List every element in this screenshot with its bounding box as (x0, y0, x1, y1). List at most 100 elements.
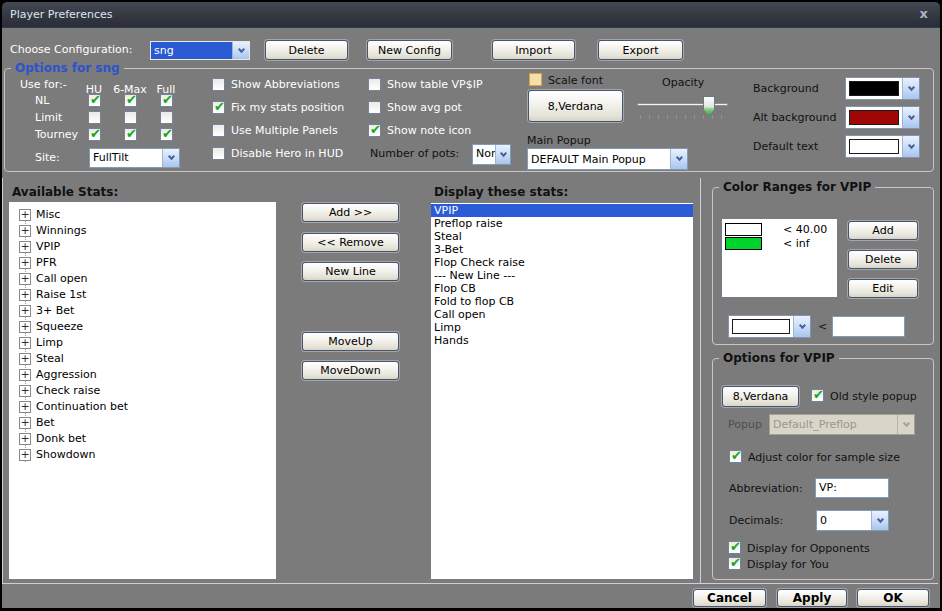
tree-item[interactable]: + 3+ Bet (9, 303, 276, 319)
expand-icon[interactable]: + (19, 225, 31, 237)
color-select[interactable] (845, 135, 920, 158)
use-for-checkbox[interactable] (88, 94, 101, 107)
move-up-button[interactable]: MoveUp (302, 332, 399, 351)
expand-icon[interactable]: + (19, 369, 31, 381)
display-stat-item[interactable]: Hands (431, 334, 693, 347)
scale-font-checkbox[interactable] (529, 73, 542, 86)
display-you-checkbox[interactable] (728, 557, 741, 570)
range-edit-button[interactable]: Edit (848, 279, 918, 298)
tree-item[interactable]: + Call open (9, 271, 276, 287)
option-checkbox[interactable] (368, 101, 381, 114)
site-select[interactable]: FullTilt (89, 148, 180, 168)
expand-icon[interactable]: + (19, 417, 31, 429)
chevron-down-icon[interactable] (902, 107, 919, 128)
tree-item[interactable]: + Steal (9, 351, 276, 367)
expand-icon[interactable]: + (19, 257, 31, 269)
display-stat-item[interactable]: Steal (431, 230, 693, 243)
expand-icon[interactable]: + (19, 273, 31, 285)
close-icon[interactable]: x (920, 6, 928, 21)
range-value-input[interactable] (832, 316, 905, 337)
ok-button[interactable]: OK (857, 589, 929, 607)
tree-item[interactable]: + Check raise (9, 383, 276, 399)
color-ranges-list[interactable]: < 40.00 < inf (721, 218, 838, 298)
tree-item[interactable]: + PFR (9, 255, 276, 271)
tree-item[interactable]: + Misc (9, 207, 276, 223)
range-color-select[interactable] (728, 315, 811, 338)
expand-icon[interactable]: + (19, 385, 31, 397)
range-delete-button[interactable]: Delete (848, 250, 918, 269)
chevron-down-icon[interactable] (670, 149, 687, 169)
move-down-button[interactable]: MoveDown (302, 361, 399, 380)
tree-item[interactable]: + VPIP (9, 239, 276, 255)
available-stats-list[interactable]: + Misc + Winnings + VPIP + PFR + Call op… (8, 201, 277, 580)
tree-item[interactable]: + Winnings (9, 223, 276, 239)
chevron-down-icon[interactable] (871, 511, 888, 530)
use-for-checkbox[interactable] (124, 94, 137, 107)
option-checkbox[interactable] (212, 101, 225, 114)
expand-icon[interactable]: + (19, 433, 31, 445)
apply-button[interactable]: Apply (777, 589, 847, 607)
chevron-down-icon[interactable] (902, 78, 919, 99)
tree-item[interactable]: + Showdown (9, 447, 276, 463)
color-range-row[interactable]: < 40.00 (722, 222, 837, 236)
chevron-down-icon[interactable] (902, 136, 919, 157)
expand-icon[interactable]: + (19, 289, 31, 301)
display-opponents-checkbox[interactable] (728, 541, 741, 554)
chevron-down-icon[interactable] (793, 316, 810, 337)
abbreviation-input[interactable]: VP: (815, 478, 889, 498)
display-stat-item[interactable]: Fold to flop CB (431, 295, 693, 308)
import-button[interactable]: Import (492, 40, 575, 60)
option-checkbox[interactable] (212, 124, 225, 137)
expand-icon[interactable]: + (19, 209, 31, 221)
display-stats-list[interactable]: VPIP Preflop raise Steal 3-Bet Flop Chec… (430, 202, 694, 580)
export-button[interactable]: Export (598, 40, 683, 60)
new-config-button[interactable]: New Config (367, 40, 452, 60)
tree-item[interactable]: + Continuation bet (9, 399, 276, 415)
font-button[interactable]: 8,Verdana (528, 90, 623, 122)
display-stat-item[interactable]: Limp (431, 321, 693, 334)
remove-button[interactable]: << Remove (302, 233, 399, 252)
expand-icon[interactable]: + (19, 337, 31, 349)
decimals-select[interactable]: 0 (816, 510, 889, 531)
use-for-checkbox[interactable] (88, 128, 101, 141)
option-checkbox[interactable] (212, 147, 225, 160)
chevron-down-icon[interactable] (495, 145, 510, 164)
main-popup-select[interactable]: DEFAULT Main Popup (527, 148, 688, 170)
use-for-checkbox[interactable] (160, 111, 173, 124)
use-for-checkbox[interactable] (88, 111, 101, 124)
range-add-button[interactable]: Add (848, 221, 918, 240)
display-stat-item[interactable]: 3-Bet (431, 243, 693, 256)
adjust-color-checkbox[interactable] (729, 450, 742, 463)
expand-icon[interactable]: + (19, 353, 31, 365)
expand-icon[interactable]: + (19, 401, 31, 413)
option-checkbox[interactable] (212, 78, 225, 91)
option-checkbox[interactable] (368, 124, 381, 137)
stat-font-button[interactable]: 8,Verdana (722, 386, 799, 407)
expand-icon[interactable]: + (19, 305, 31, 317)
display-stat-item[interactable]: Flop Check raise (431, 256, 693, 269)
cancel-button[interactable]: Cancel (693, 589, 766, 607)
display-stat-item[interactable]: Flop CB (431, 282, 693, 295)
expand-icon[interactable]: + (19, 241, 31, 253)
color-select[interactable] (845, 106, 920, 129)
tree-item[interactable]: + Raise 1st (9, 287, 276, 303)
use-for-checkbox[interactable] (160, 128, 173, 141)
tree-item[interactable]: + Aggression (9, 367, 276, 383)
number-of-pots-select[interactable]: Nor (472, 144, 511, 165)
display-stat-item[interactable]: VPIP (431, 204, 693, 217)
use-for-checkbox[interactable] (124, 128, 137, 141)
tree-item[interactable]: + Squeeze (9, 319, 276, 335)
tree-item[interactable]: + Limp (9, 335, 276, 351)
tree-item[interactable]: + Bet (9, 415, 276, 431)
option-checkbox[interactable] (368, 78, 381, 91)
expand-icon[interactable]: + (19, 449, 31, 461)
delete-button[interactable]: Delete (265, 40, 348, 60)
tree-item[interactable]: + Donk bet (9, 431, 276, 447)
expand-icon[interactable]: + (19, 321, 31, 333)
chevron-down-icon[interactable] (232, 42, 249, 59)
use-for-checkbox[interactable] (160, 94, 173, 107)
new-line-button[interactable]: New Line (302, 262, 399, 281)
display-stat-item[interactable]: Preflop raise (431, 217, 693, 230)
add-button[interactable]: Add >> (302, 203, 399, 222)
color-select[interactable] (845, 77, 920, 100)
